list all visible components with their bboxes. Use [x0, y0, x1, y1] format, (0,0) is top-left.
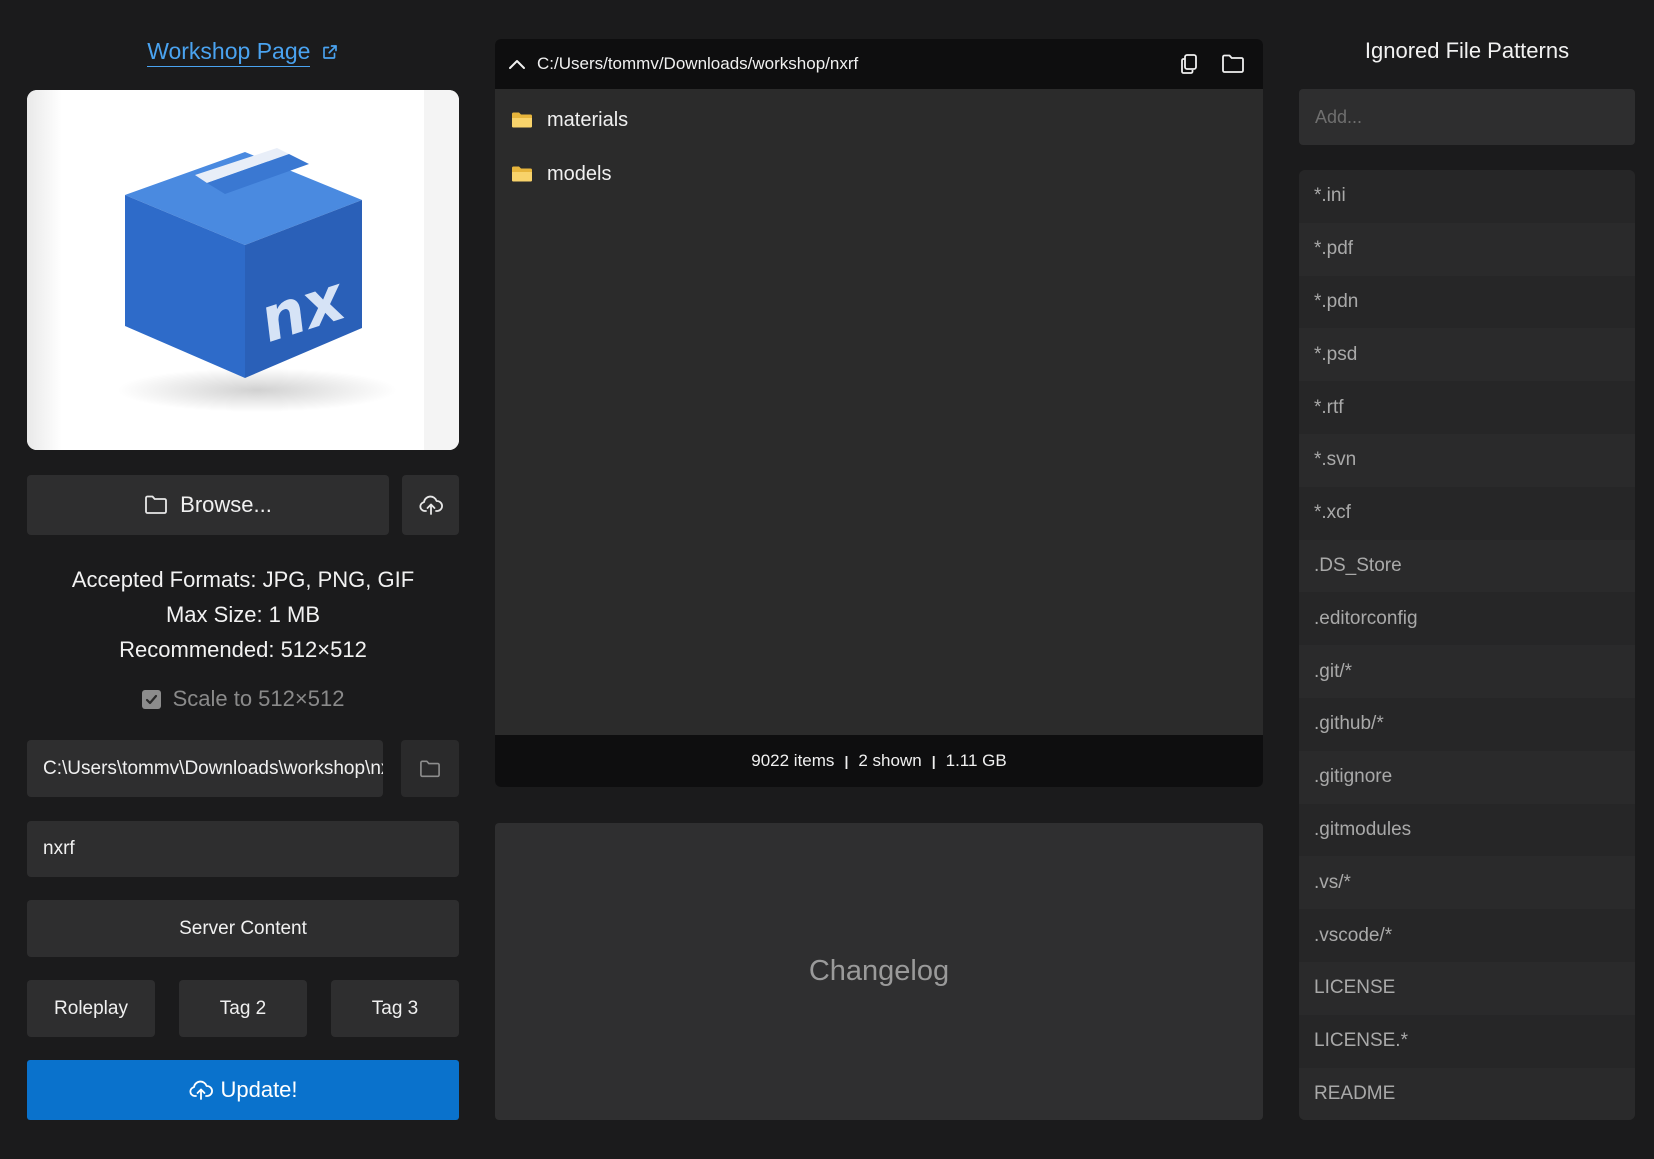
cloud-upload-icon	[418, 495, 443, 515]
ignored-pattern-item[interactable]: *.psd	[1299, 328, 1635, 382]
update-button[interactable]: Update!	[27, 1060, 459, 1120]
ignored-pattern-item[interactable]: README	[1299, 1067, 1635, 1120]
ignored-pattern-item[interactable]: .vs/*	[1299, 856, 1635, 910]
package-box-image: nx	[27, 90, 459, 450]
ignored-pattern-item[interactable]: LICENSE	[1299, 961, 1635, 1015]
ignored-pattern-item[interactable]: .gitignore	[1299, 750, 1635, 804]
server-content-button[interactable]: Server Content	[27, 900, 459, 957]
folder-icon	[145, 495, 168, 514]
scale-checkbox[interactable]	[141, 689, 161, 709]
ignored-pattern-item[interactable]: .vscode/*	[1299, 909, 1635, 962]
item-count: 9022 items	[751, 751, 835, 770]
browse-label: Browse...	[180, 492, 272, 517]
ignored-pattern-item[interactable]: *.pdn	[1299, 275, 1635, 329]
file-entry-label: materials	[547, 108, 629, 131]
ignored-patterns-title: Ignored File Patterns	[1364, 38, 1570, 63]
tag-button-1[interactable]: Roleplay	[27, 980, 155, 1037]
file-browser: C:/Users/tommv/Downloads/workshop/nxrf m…	[495, 39, 1263, 787]
scale-checkbox-row[interactable]: Scale to 512×512	[27, 686, 459, 712]
external-link-icon	[322, 45, 337, 59]
folder-icon	[512, 166, 532, 182]
separator: |	[931, 753, 936, 769]
workshop-link-label[interactable]: Workshop Page	[147, 38, 311, 67]
add-pattern-input[interactable]: Add...	[1299, 89, 1635, 145]
upload-image-button[interactable]	[402, 475, 459, 535]
scale-label: Scale to 512×512	[172, 686, 345, 711]
cloud-upload-icon	[189, 1080, 214, 1100]
accepted-formats-info: Accepted Formats: JPG, PNG, GIF Max Size…	[27, 562, 459, 667]
browse-button[interactable]: Browse...	[27, 475, 389, 535]
ignored-pattern-item[interactable]: .github/*	[1299, 697, 1635, 751]
folder-icon	[512, 112, 532, 128]
preview-image[interactable]: nx	[27, 90, 459, 450]
ignored-pattern-item[interactable]: LICENSE.*	[1299, 1014, 1635, 1068]
recommended-size-line: Recommended: 512×512	[119, 637, 367, 662]
shown-count: 2 shown	[858, 751, 922, 770]
tag-button-2[interactable]: Tag 2	[179, 980, 307, 1037]
ignored-pattern-item[interactable]: *.pdf	[1299, 222, 1635, 276]
file-browser-footer: 9022 items | 2 shown | 1.11 GB	[495, 735, 1263, 787]
total-size: 1.11 GB	[945, 751, 1007, 770]
formats-line: Accepted Formats: JPG, PNG, GIF	[71, 567, 415, 592]
collapse-button[interactable]	[507, 46, 527, 82]
ignored-pattern-item[interactable]: .git/*	[1299, 645, 1635, 698]
update-label: Update!	[220, 1077, 298, 1102]
ignored-pattern-item[interactable]: *.xcf	[1299, 486, 1635, 540]
chevron-up-icon	[509, 60, 525, 69]
addon-name-input[interactable]: nxrf	[27, 821, 459, 877]
copy-path-button[interactable]	[1171, 46, 1207, 82]
file-entry-label: models	[547, 162, 612, 185]
folder-icon	[1222, 54, 1244, 73]
max-size-line: Max Size: 1 MB	[165, 602, 321, 627]
browser-path: C:/Users/tommv/Downloads/workshop/nxrf	[537, 54, 859, 73]
folder-icon	[420, 759, 440, 777]
checkmark-icon	[145, 694, 157, 704]
ignored-pattern-item[interactable]: .gitmodules	[1299, 803, 1635, 857]
tags-row: Roleplay Tag 2 Tag 3	[27, 980, 459, 1037]
copy-icon	[1181, 54, 1197, 74]
file-entry-models[interactable]: models	[495, 147, 1263, 201]
ignored-pattern-item[interactable]: .DS_Store	[1299, 539, 1635, 593]
ignored-pattern-item[interactable]: *.svn	[1299, 433, 1635, 487]
tag-button-3[interactable]: Tag 3	[331, 980, 459, 1037]
changelog-textarea[interactable]: Changelog	[495, 823, 1263, 1120]
pattern-list: *.ini *.pdf *.pdn *.psd *.rtf *.svn *.xcf .DS_S…	[1299, 170, 1635, 1120]
ignored-pattern-item[interactable]: .editorconfig	[1299, 592, 1635, 646]
ignored-pattern-item[interactable]: *.rtf	[1299, 381, 1635, 434]
open-folder-button[interactable]	[1215, 46, 1251, 82]
workshop-page-link[interactable]: Workshop Page	[27, 38, 459, 67]
ignored-pattern-item[interactable]: *.ini	[1299, 170, 1635, 223]
file-browser-header: C:/Users/tommv/Downloads/workshop/nxrf	[495, 39, 1263, 89]
file-entry-materials[interactable]: materials	[495, 93, 1263, 147]
choose-folder-button[interactable]	[401, 740, 459, 797]
separator: |	[844, 753, 849, 769]
addon-path-input[interactable]: C:\Users\tommv\Downloads\workshop\nxrf	[27, 740, 383, 797]
